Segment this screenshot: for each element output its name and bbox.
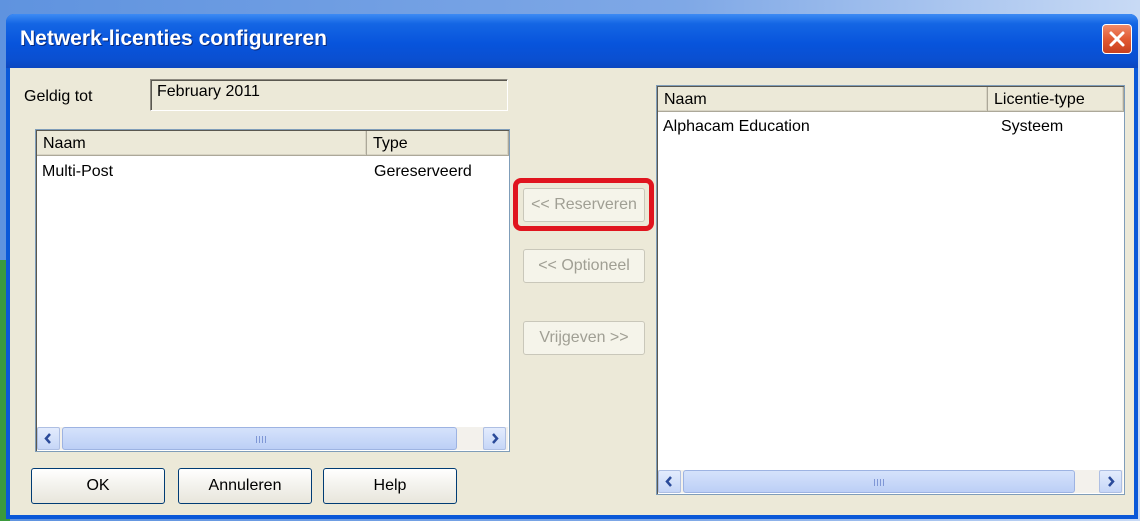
left-row-name: Multi-Post <box>42 163 114 180</box>
window-title: Netwerk-licenties configureren <box>20 27 327 50</box>
scroll-right-icon <box>1108 476 1115 487</box>
left-column-header-name-label: Naam <box>43 135 86 152</box>
cancel-button[interactable]: Annuleren <box>178 468 312 504</box>
right-column-header-license-type-label: Licentie-type <box>994 91 1085 108</box>
scroll-grip-line <box>256 436 257 443</box>
help-button[interactable]: Help <box>323 468 457 504</box>
release-button[interactable]: Vrijgeven >> <box>523 321 645 355</box>
cancel-button-label: Annuleren <box>208 477 282 494</box>
left-scroll-left-button[interactable] <box>37 427 60 450</box>
left-column-header-type[interactable]: Type <box>367 131 509 156</box>
scroll-grip-line <box>259 436 260 443</box>
scroll-left-icon <box>665 476 672 487</box>
left-scroll-right-button[interactable] <box>483 427 506 450</box>
right-scroll-left-button[interactable] <box>658 470 681 493</box>
ok-button-label: OK <box>86 477 110 494</box>
scroll-grip-line <box>265 436 266 443</box>
left-row-type: Gereserveerd <box>374 163 472 180</box>
scroll-grip-line <box>874 479 875 486</box>
dialog-window: Netwerk-licenties configureren Geldig to… <box>6 14 1138 519</box>
release-button-label: Vrijgeven >> <box>539 329 629 346</box>
right-horizontal-scrollbar[interactable] <box>658 470 1123 493</box>
right-scroll-right-button[interactable] <box>1099 470 1122 493</box>
help-button-label: Help <box>373 477 407 494</box>
left-column-header-type-label: Type <box>373 135 408 152</box>
right-column-header-license-type[interactable]: Licentie-type <box>988 87 1124 112</box>
optional-button[interactable]: << Optioneel <box>523 249 645 283</box>
valid-until-field: February 2011 <box>150 79 508 111</box>
scroll-grip-line <box>262 436 263 443</box>
title-bar[interactable]: Netwerk-licenties configureren <box>6 14 1138 68</box>
highlight-frame <box>513 178 654 231</box>
right-column-header-name[interactable]: Naam <box>658 87 988 112</box>
right-scroll-thumb[interactable] <box>683 470 1075 493</box>
left-column-header-name[interactable]: Naam <box>37 131 367 156</box>
close-button[interactable] <box>1102 24 1132 54</box>
left-horizontal-scrollbar[interactable] <box>37 427 508 450</box>
valid-until-label: Geldig tot <box>24 88 93 105</box>
scroll-grip-line <box>880 479 881 486</box>
left-license-list[interactable]: Naam Type Multi-Post Gereserveerd <box>35 129 510 452</box>
dialog-body: Geldig tot February 2011 Naam Type Multi… <box>10 68 1134 515</box>
close-icon <box>1109 31 1125 47</box>
right-row-type: Systeem <box>1001 118 1064 135</box>
left-scroll-thumb[interactable] <box>62 427 457 450</box>
optional-button-label: << Optioneel <box>538 257 630 274</box>
scroll-grip-line <box>883 479 884 486</box>
scroll-left-icon <box>44 433 51 444</box>
right-column-header-name-label: Naam <box>664 91 707 108</box>
valid-until-value: February 2011 <box>157 83 260 100</box>
ok-button[interactable]: OK <box>31 468 165 504</box>
scroll-right-icon <box>492 433 499 444</box>
scroll-grip-line <box>877 479 878 486</box>
right-row-name: Alphacam Education <box>663 118 810 135</box>
right-license-list[interactable]: Naam Licentie-type Alphacam Education Sy… <box>656 85 1125 495</box>
